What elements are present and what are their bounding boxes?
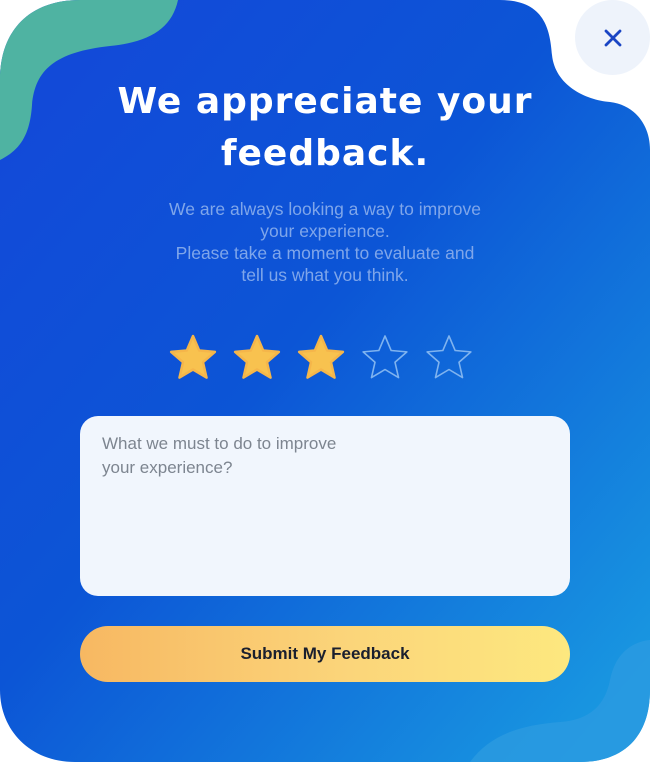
star-icon-2[interactable]	[232, 330, 282, 386]
feedback-input[interactable]	[102, 432, 362, 572]
subtitle-line-1: We are always looking a way to improve	[169, 199, 481, 219]
submit-feedback-button[interactable]: Submit My Feedback	[80, 626, 570, 682]
subtitle: We are always looking a way to improve y…	[125, 198, 525, 286]
feedback-field-container	[80, 416, 570, 596]
star-icon-1[interactable]	[168, 330, 218, 386]
star-icon-3[interactable]	[296, 330, 346, 386]
close-button[interactable]	[575, 0, 650, 75]
title-line-1: We appreciate your	[117, 81, 533, 122]
subtitle-line-3: Please take a moment to evaluate and	[175, 243, 475, 263]
title-line-2: feedback.	[220, 133, 430, 174]
star-icon-4[interactable]	[360, 330, 410, 386]
page-title: We appreciate your feedback.	[0, 76, 650, 180]
subtitle-line-2: your experience.	[260, 221, 390, 241]
star-rating	[168, 330, 488, 386]
star-icon-5[interactable]	[424, 330, 474, 386]
close-icon	[604, 29, 621, 46]
subtitle-line-4: tell us what you think.	[241, 265, 409, 285]
